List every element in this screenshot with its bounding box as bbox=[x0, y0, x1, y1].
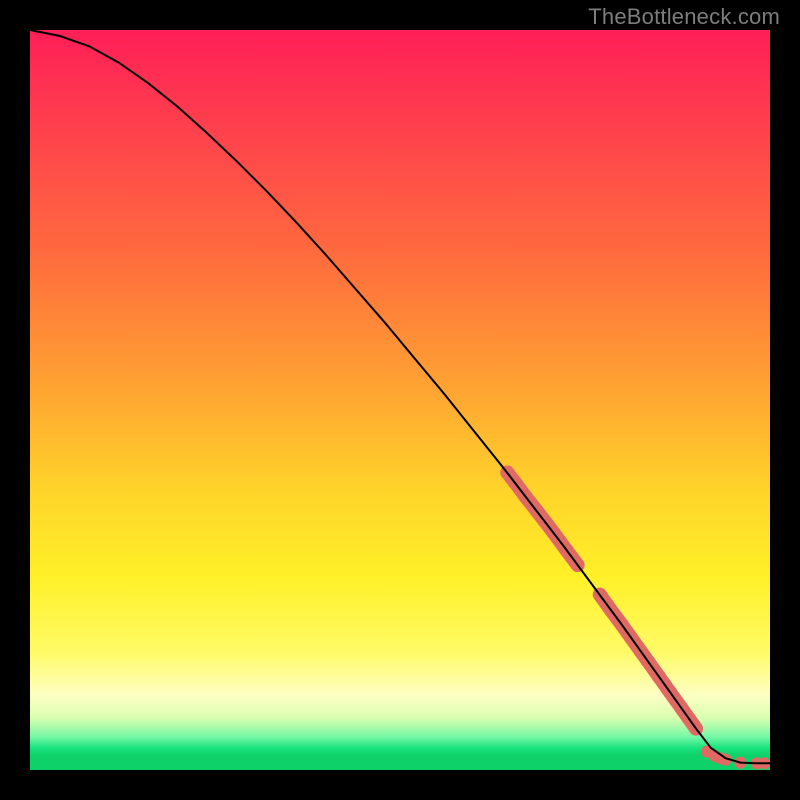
marker-layer bbox=[500, 466, 770, 770]
chart-frame: TheBottleneck.com bbox=[0, 0, 800, 800]
plot-area bbox=[30, 30, 770, 770]
curve-layer bbox=[30, 30, 770, 770]
watermark-label: TheBottleneck.com bbox=[588, 4, 780, 30]
main-curve bbox=[30, 30, 770, 763]
